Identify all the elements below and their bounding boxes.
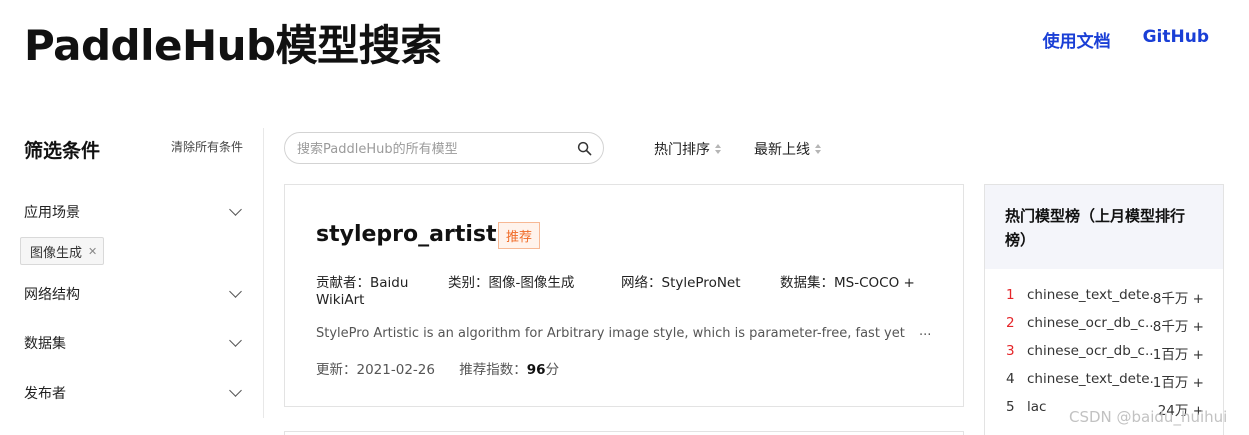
model-stats: 更新：2021-02-26 推荐指数：96分	[316, 358, 559, 378]
more-ellipsis[interactable]: ...	[919, 324, 931, 339]
watermark: CSDN @baidu_huihui	[1069, 408, 1228, 426]
rank-number: 3	[1006, 343, 1015, 359]
filter-label: 网络结构	[24, 287, 80, 303]
top-nav: 使用文档 GitHub	[1043, 27, 1209, 52]
ranking-item[interactable]: 2 chinese_ocr_db_c... 8千万 +	[985, 315, 1225, 337]
ranking-title: 热门模型榜（上月模型排行榜）	[985, 185, 1223, 269]
docs-link[interactable]: 使用文档	[1043, 27, 1111, 52]
model-dataset: 数据集：MS-COCO +	[780, 275, 915, 291]
model-dataset-continued: WikiArt	[316, 292, 365, 308]
search-icon[interactable]	[577, 141, 592, 156]
rank-model-name: chinese_ocr_db_c...	[1027, 315, 1153, 331]
rank-number: 4	[1006, 371, 1015, 387]
chevron-down-icon	[229, 203, 242, 216]
clear-all-filters-link[interactable]: 清除所有条件	[171, 138, 243, 155]
rank-number: 1	[1006, 287, 1015, 303]
rank-count: 1百万 +	[1152, 347, 1204, 363]
chevron-down-icon	[229, 384, 242, 397]
rank-model-name: chinese_text_dete...	[1027, 371, 1153, 387]
sort-label: 热门排序	[654, 142, 710, 158]
filter-network-structure[interactable]: 网络结构	[24, 284, 244, 304]
rank-count: 8千万 +	[1152, 319, 1204, 335]
rank-model-name: chinese_text_dete...	[1027, 287, 1153, 303]
filter-publisher[interactable]: 发布者	[24, 383, 244, 403]
filter-label: 发布者	[24, 386, 66, 402]
filter-label: 应用场景	[24, 205, 80, 221]
model-description: StylePro Artistic is an algorithm for Ar…	[316, 326, 905, 341]
github-link[interactable]: GitHub	[1143, 27, 1209, 52]
sort-newest[interactable]: 最新上线	[754, 139, 821, 159]
rank-number: 2	[1006, 315, 1015, 331]
model-name[interactable]: stylepro_artistic	[316, 222, 517, 247]
page-title: PaddleHub模型搜索	[24, 21, 442, 70]
ranking-item[interactable]: 3 chinese_ocr_db_c... 1百万 +	[985, 343, 1225, 365]
sort-label: 最新上线	[754, 142, 810, 158]
rank-number: 5	[1006, 399, 1015, 415]
sort-popular[interactable]: 热门排序	[654, 139, 721, 159]
filter-sidebar: 筛选条件 清除所有条件 应用场景 图像生成 ✕ 网络结构 数据集 发布者	[0, 128, 264, 418]
update-date: 更新：2021-02-26	[316, 362, 435, 378]
filter-application-scene[interactable]: 应用场景	[24, 202, 244, 222]
ranking-panel: 热门模型榜（上月模型排行榜） 1 chinese_text_dete... 8千万 …	[984, 184, 1224, 435]
close-icon[interactable]: ✕	[88, 245, 97, 258]
chevron-down-icon	[229, 334, 242, 347]
sort-icon	[715, 144, 721, 154]
score-label: 推荐指数：	[459, 362, 527, 378]
search-input[interactable]	[297, 139, 567, 159]
rank-count: 1百万 +	[1152, 375, 1204, 391]
tag-label: 图像生成	[30, 245, 83, 261]
chevron-down-icon	[229, 285, 242, 298]
next-model-card[interactable]	[284, 431, 964, 435]
filter-dataset[interactable]: 数据集	[24, 333, 244, 353]
ranking-item[interactable]: 1 chinese_text_dete... 8千万 +	[985, 287, 1225, 309]
model-network: 网络：StyleProNet	[621, 275, 741, 291]
recommended-badge: 推荐	[498, 222, 541, 249]
score-unit: 分	[545, 362, 560, 378]
ranking-item[interactable]: 4 chinese_text_dete... 1百万 +	[985, 371, 1225, 393]
filter-title: 筛选条件	[24, 140, 101, 162]
filter-label: 数据集	[24, 336, 66, 352]
model-card[interactable]: stylepro_artistic 推荐 贡献者：Baidu 类别：图像-图像生…	[284, 184, 964, 407]
active-filter-tag: 图像生成 ✕	[20, 237, 105, 265]
rank-model-name: chinese_ocr_db_c...	[1027, 343, 1153, 359]
model-contributor: 贡献者：Baidu	[316, 275, 409, 291]
score-value: 96	[526, 362, 546, 378]
rank-count: 8千万 +	[1152, 291, 1204, 307]
sort-icon	[815, 144, 821, 154]
model-category: 类别：图像-图像生成	[448, 275, 575, 291]
search-box	[284, 132, 604, 164]
